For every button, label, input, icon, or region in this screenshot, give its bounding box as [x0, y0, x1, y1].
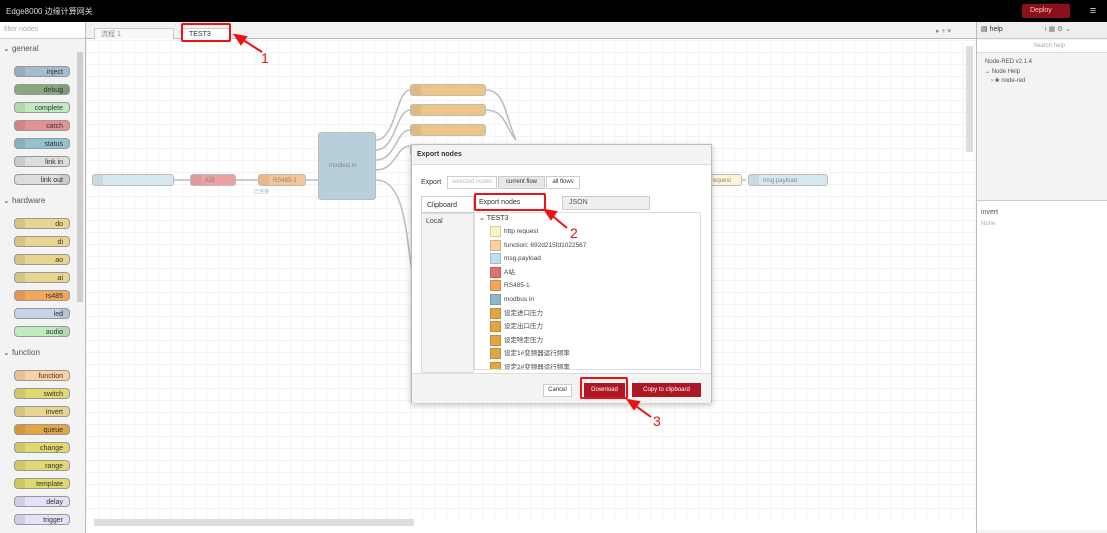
annotation-number-3: 3 — [653, 413, 661, 429]
annotation-number-2: 2 — [570, 225, 578, 241]
annotation-number-1: 1 — [261, 50, 269, 66]
annotation-arrows — [232, 33, 652, 418]
